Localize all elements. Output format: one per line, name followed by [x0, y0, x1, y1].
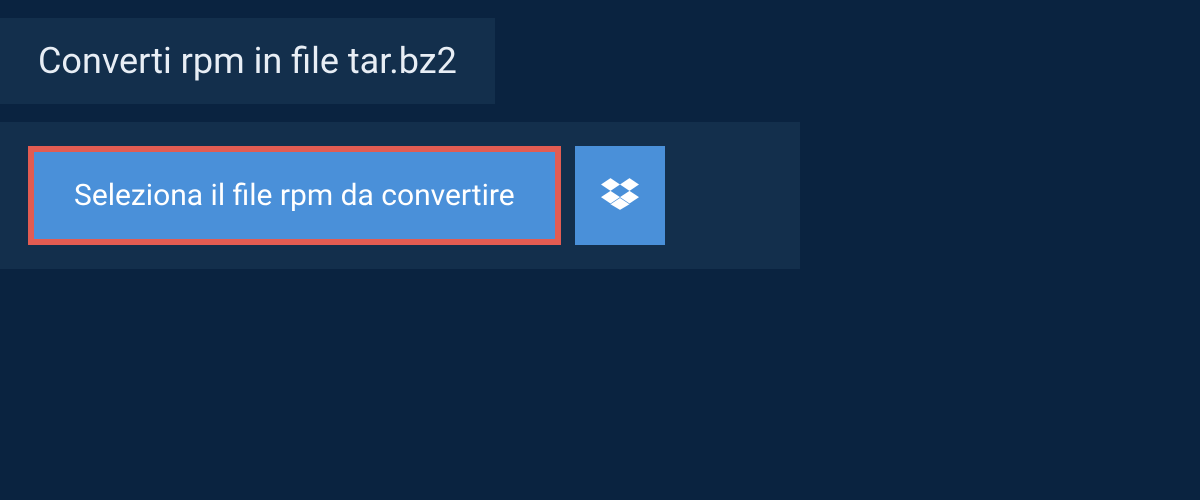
dropbox-icon — [601, 175, 639, 217]
button-row: Seleziona il file rpm da convertire — [28, 146, 772, 245]
dropbox-button[interactable] — [575, 146, 665, 245]
select-file-label: Seleziona il file rpm da convertire — [74, 178, 515, 213]
select-file-button[interactable]: Seleziona il file rpm da convertire — [28, 146, 561, 245]
page-title: Converti rpm in file tar.bz2 — [38, 40, 457, 82]
upload-section: Seleziona il file rpm da convertire — [0, 122, 800, 269]
page-header-tab: Converti rpm in file tar.bz2 — [0, 18, 495, 104]
